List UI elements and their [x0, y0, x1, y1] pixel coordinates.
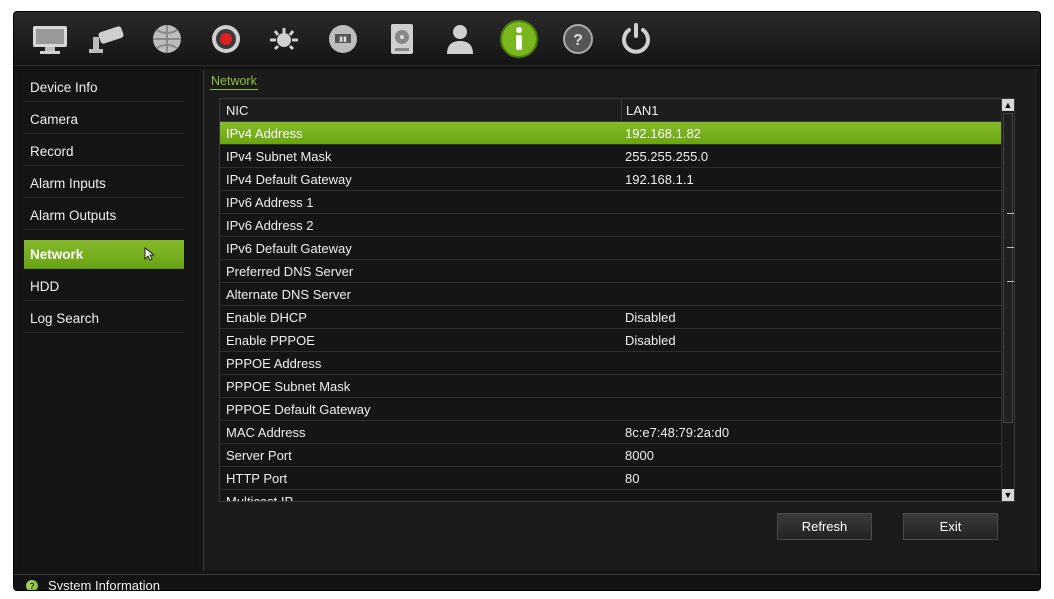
device-management-icon[interactable]: ▮▮	[321, 20, 365, 58]
table-row[interactable]: Alternate DNS Server	[220, 283, 1002, 306]
mouse-cursor-icon	[144, 247, 154, 261]
table-row[interactable]: HTTP Port 80	[220, 467, 1002, 490]
row-label: Preferred DNS Server	[226, 264, 354, 279]
scroll-up-arrow-icon[interactable]: ▲	[1002, 99, 1014, 111]
row-label: IPv6 Default Gateway	[226, 241, 352, 256]
camera-setup-icon[interactable]	[84, 20, 128, 58]
table-row[interactable]: IPv4 Address 192.168.1.82	[220, 122, 1002, 145]
exit-button[interactable]: Exit	[903, 513, 998, 540]
sidebar: Device Info Camera Record Alarm Inputs A…	[18, 70, 198, 571]
main-toolbar: ▮▮ ?	[14, 12, 1040, 66]
row-value: Disabled	[625, 333, 676, 348]
row-value	[625, 490, 995, 501]
sidebar-item-alarm-outputs[interactable]: Alarm Outputs	[24, 201, 184, 230]
hdd-storage-icon[interactable]	[380, 20, 424, 58]
table-row[interactable]: Enable PPPOE Disabled	[220, 329, 1002, 352]
breadcrumb: Network	[210, 74, 258, 90]
scroll-tick	[1007, 247, 1014, 248]
table-row[interactable]: Enable DHCP Disabled	[220, 306, 1002, 329]
table-row[interactable]: PPPOE Address	[220, 352, 1002, 375]
row-value	[625, 375, 995, 398]
svg-text:▮▮: ▮▮	[339, 36, 347, 43]
user-management-icon[interactable]	[438, 20, 482, 58]
table-header: NIC LAN1	[220, 99, 1002, 122]
row-label: Server Port	[226, 448, 292, 463]
row-value: 192.168.1.1	[625, 172, 694, 187]
sidebar-item-device-info[interactable]: Device Info	[24, 73, 184, 102]
row-label: PPPOE Subnet Mask	[226, 379, 351, 394]
network-settings-table: NIC LAN1 IPv4 Address 192.168.1.82 IPv4 …	[219, 98, 1015, 502]
row-value: 80	[625, 471, 640, 486]
table-row[interactable]: IPv4 Default Gateway 192.168.1.1	[220, 168, 1002, 191]
scroll-tick	[1007, 213, 1014, 214]
sidebar-item-hdd[interactable]: HDD	[24, 272, 184, 301]
row-label: IPv4 Address	[226, 126, 303, 141]
row-value	[625, 283, 995, 306]
table-row[interactable]: IPv6 Default Gateway	[220, 237, 1002, 260]
sidebar-item-camera[interactable]: Camera	[24, 105, 184, 134]
row-value: 192.168.1.82	[625, 126, 701, 141]
status-text: System Information	[48, 578, 160, 591]
row-label: IPv6 Address 1	[226, 195, 314, 210]
scroll-thumb[interactable]	[1003, 113, 1013, 423]
row-value	[625, 260, 995, 283]
power-icon[interactable]	[614, 20, 658, 58]
table-row[interactable]: PPPOE Subnet Mask	[220, 375, 1002, 398]
row-value	[625, 398, 995, 421]
network-settings-icon[interactable]	[145, 20, 189, 58]
row-label: IPv4 Subnet Mask	[226, 149, 332, 164]
row-label: HTTP Port	[226, 471, 288, 486]
row-label: Alternate DNS Server	[226, 287, 351, 302]
refresh-button[interactable]: Refresh	[777, 513, 872, 540]
row-value: Disabled	[625, 310, 676, 325]
main-panel: Network NIC LAN1 IPv4 Address 192.168.1.…	[203, 70, 1037, 571]
table-row[interactable]: Preferred DNS Server	[220, 260, 1002, 283]
row-value	[625, 352, 995, 375]
app-window: ▮▮ ? Device Info Camera Record Alarm Inp…	[13, 11, 1041, 591]
help-status-icon: ?	[26, 580, 38, 590]
row-value: 8000	[625, 448, 654, 463]
row-value	[625, 214, 995, 237]
row-label: IPv6 Address 2	[226, 218, 314, 233]
table-scrollbar[interactable]: ▲ ▼	[1001, 99, 1014, 501]
row-label: PPPOE Address	[226, 356, 322, 371]
help-icon[interactable]: ?	[556, 20, 600, 58]
scroll-down-arrow-icon[interactable]: ▼	[1002, 489, 1014, 501]
row-value: 8c:e7:48:79:2a:d0	[625, 425, 730, 440]
table-row[interactable]: IPv4 Subnet Mask 255.255.255.0	[220, 145, 1002, 168]
table-row[interactable]: MAC Address 8c:e7:48:79:2a:d0	[220, 421, 1002, 444]
table-row[interactable]: IPv6 Address 1	[220, 191, 1002, 214]
table-row[interactable]: Server Port 8000	[220, 444, 1002, 467]
row-label: Multicast IP	[226, 494, 294, 502]
sidebar-item-alarm-inputs[interactable]: Alarm Inputs	[24, 169, 184, 198]
row-label: MAC Address	[226, 425, 306, 440]
alarm-setup-icon[interactable]	[262, 20, 306, 58]
status-bar: ? System Information	[14, 574, 1040, 591]
sidebar-item-label: Network	[30, 247, 84, 262]
sidebar-item-log-search[interactable]: Log Search	[24, 304, 184, 333]
scroll-tick	[1007, 281, 1014, 282]
table-row[interactable]: IPv6 Address 2	[220, 214, 1002, 237]
table-row[interactable]: Multicast IP	[220, 490, 1002, 502]
sidebar-item-network[interactable]: Network	[24, 240, 184, 269]
display-settings-icon[interactable]	[28, 20, 72, 58]
sidebar-item-record[interactable]: Record	[24, 137, 184, 166]
row-value	[625, 237, 995, 260]
svg-text:?: ?	[573, 32, 583, 49]
row-value	[625, 191, 995, 214]
column-header-value: LAN1	[621, 99, 991, 122]
row-label: Enable PPPOE	[226, 333, 315, 348]
recording-setup-icon[interactable]	[204, 20, 248, 58]
row-label: PPPOE Default Gateway	[226, 402, 371, 417]
row-label: IPv4 Default Gateway	[226, 172, 352, 187]
row-value: 255.255.255.0	[625, 149, 709, 164]
system-information-icon[interactable]	[497, 20, 541, 58]
column-header-name: NIC	[226, 103, 249, 118]
table-row[interactable]: PPPOE Default Gateway	[220, 398, 1002, 421]
row-label: Enable DHCP	[226, 310, 307, 325]
